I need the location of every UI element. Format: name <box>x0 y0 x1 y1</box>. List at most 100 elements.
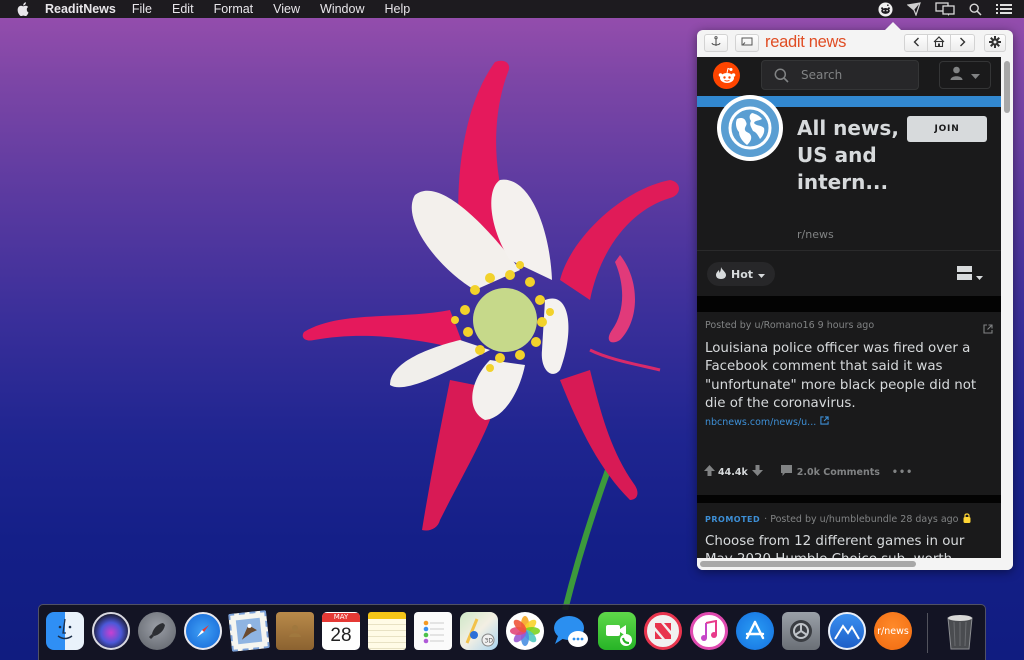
post-meta: Posted by u/Romano16 9 hours ago <box>705 320 875 331</box>
brand-logo: readit news <box>765 33 847 51</box>
join-button[interactable]: JOIN <box>907 116 987 142</box>
finder-icon <box>46 612 84 650</box>
dock-item-photos[interactable] <box>506 612 544 650</box>
home-icon <box>933 34 945 52</box>
promoted-post-card[interactable]: PROMOTED · Posted by u/humblebundle 28 d… <box>697 503 1001 558</box>
back-button[interactable] <box>905 35 928 51</box>
vote-score: 44.4k <box>718 466 748 478</box>
horizontal-scrollbar[interactable] <box>697 558 1013 570</box>
dock-item-app-store[interactable] <box>736 612 774 650</box>
dock-item-facetime[interactable] <box>598 612 636 650</box>
dock-item-maps[interactable]: 3D <box>460 612 498 650</box>
upvote-icon[interactable] <box>704 465 715 479</box>
globe-icon <box>728 106 772 150</box>
subreddit-title: All news, US and intern... <box>797 116 899 194</box>
chevron-right-icon <box>959 34 966 52</box>
dock-item-readitnews[interactable]: r/news <box>874 612 912 650</box>
search-input[interactable] <box>801 68 901 82</box>
dock-item-notes[interactable] <box>368 612 406 650</box>
menu-file[interactable]: File <box>132 2 152 16</box>
facetime-icon <box>598 612 636 650</box>
anchor-button[interactable] <box>704 34 728 52</box>
home-button[interactable] <box>928 35 951 51</box>
system-preferences-gear-icon <box>782 612 820 650</box>
external-link-icon[interactable] <box>983 319 993 338</box>
notes-icon <box>368 612 406 650</box>
menu-view[interactable]: View <box>273 2 300 16</box>
menu-window[interactable]: Window <box>320 2 364 16</box>
mail-stamp-icon <box>228 610 270 652</box>
menu-edit[interactable]: Edit <box>172 2 194 16</box>
external-link-icon <box>820 416 829 428</box>
dock-item-trash[interactable] <box>941 612 979 650</box>
reddit-alien-icon[interactable] <box>878 0 893 18</box>
horizontal-scrollbar-thumb[interactable] <box>700 561 916 567</box>
downvote-icon[interactable] <box>751 465 763 479</box>
menu-format[interactable]: Format <box>214 2 254 16</box>
dock-item-safari[interactable] <box>184 612 222 650</box>
dock-item-contacts[interactable] <box>276 612 314 650</box>
dock-item-mountain-app[interactable] <box>828 612 866 650</box>
dock-item-messages[interactable] <box>552 612 590 650</box>
flame-icon <box>716 266 726 282</box>
mountain-icon <box>828 612 866 650</box>
wallpaper-flower-image <box>302 60 679 610</box>
location-arrow-icon[interactable] <box>907 0 921 18</box>
reddit-logo[interactable] <box>713 62 740 89</box>
search-field[interactable] <box>761 60 919 90</box>
dock-item-mail[interactable] <box>228 610 270 652</box>
caret-down-icon <box>971 66 980 84</box>
caret-down-icon <box>976 267 983 285</box>
calendar-month: MAY <box>322 613 360 622</box>
news-icon <box>644 612 682 650</box>
vertical-scrollbar[interactable] <box>1001 57 1013 558</box>
subreddit-name[interactable]: r/news <box>797 228 834 241</box>
post-meta: PROMOTED · Posted by u/humblebundle 28 d… <box>705 513 971 526</box>
launchpad-rocket-icon <box>138 612 176 650</box>
svg-text:3D: 3D <box>485 638 494 645</box>
navigation-group <box>904 34 975 52</box>
control-center-list-icon[interactable] <box>996 0 1012 18</box>
gear-icon <box>989 35 1001 51</box>
view-mode-dropdown[interactable] <box>957 266 983 285</box>
dock-item-reminders[interactable] <box>414 612 452 650</box>
dock-item-finder[interactable] <box>46 612 84 650</box>
dock-item-siri[interactable] <box>92 612 130 650</box>
lock-icon <box>963 513 971 526</box>
settings-button[interactable] <box>984 34 1006 52</box>
more-options-button[interactable]: ••• <box>892 467 913 478</box>
post-title[interactable]: Choose from 12 different games in our Ma… <box>705 533 995 558</box>
card-view-icon <box>957 266 972 285</box>
menu-app-name[interactable]: ReaditNews <box>45 2 116 16</box>
readitnews-app-icon: r/news <box>874 612 912 650</box>
comment-icon <box>780 465 792 479</box>
sort-hot-dropdown[interactable]: Hot <box>707 262 776 286</box>
screen-button[interactable] <box>735 34 759 52</box>
user-avatar-icon <box>950 66 963 85</box>
dock-item-news[interactable] <box>644 612 682 650</box>
chevron-left-icon <box>913 34 920 52</box>
user-dropdown[interactable] <box>939 61 991 89</box>
post-link-text: nbcnews.com/news/u... <box>705 416 817 428</box>
dock-item-itunes[interactable] <box>690 612 728 650</box>
subreddit-header: All news, US and intern... r/news JOIN <box>697 95 1001 251</box>
menu-bar: ReaditNews File Edit Format View Window … <box>0 0 1024 18</box>
spotlight-search-icon[interactable] <box>969 0 982 18</box>
promoted-badge: PROMOTED <box>705 515 761 524</box>
screen-mirroring-icon[interactable] <box>935 0 955 18</box>
menu-help[interactable]: Help <box>385 2 411 16</box>
screen-icon <box>741 37 753 50</box>
vertical-scrollbar-thumb[interactable] <box>1004 61 1010 113</box>
apple-menu-icon[interactable] <box>16 2 30 16</box>
post-link[interactable]: nbcnews.com/news/u... <box>705 416 829 428</box>
sort-bar: Hot <box>697 251 1001 296</box>
post-card[interactable]: Posted by u/Romano16 9 hours ago Louisia… <box>697 312 1001 495</box>
comments-button[interactable]: 2.0k Comments <box>780 465 880 479</box>
reminders-list-icon <box>414 612 452 650</box>
dock-item-calendar[interactable]: MAY 28 <box>322 612 360 650</box>
dock-item-system-preferences[interactable] <box>782 612 820 650</box>
forward-button[interactable] <box>951 35 974 51</box>
post-title[interactable]: Louisiana police officer was fired over … <box>705 340 995 413</box>
dock-item-launchpad[interactable] <box>138 612 176 650</box>
calendar-day: 28 <box>330 625 352 646</box>
